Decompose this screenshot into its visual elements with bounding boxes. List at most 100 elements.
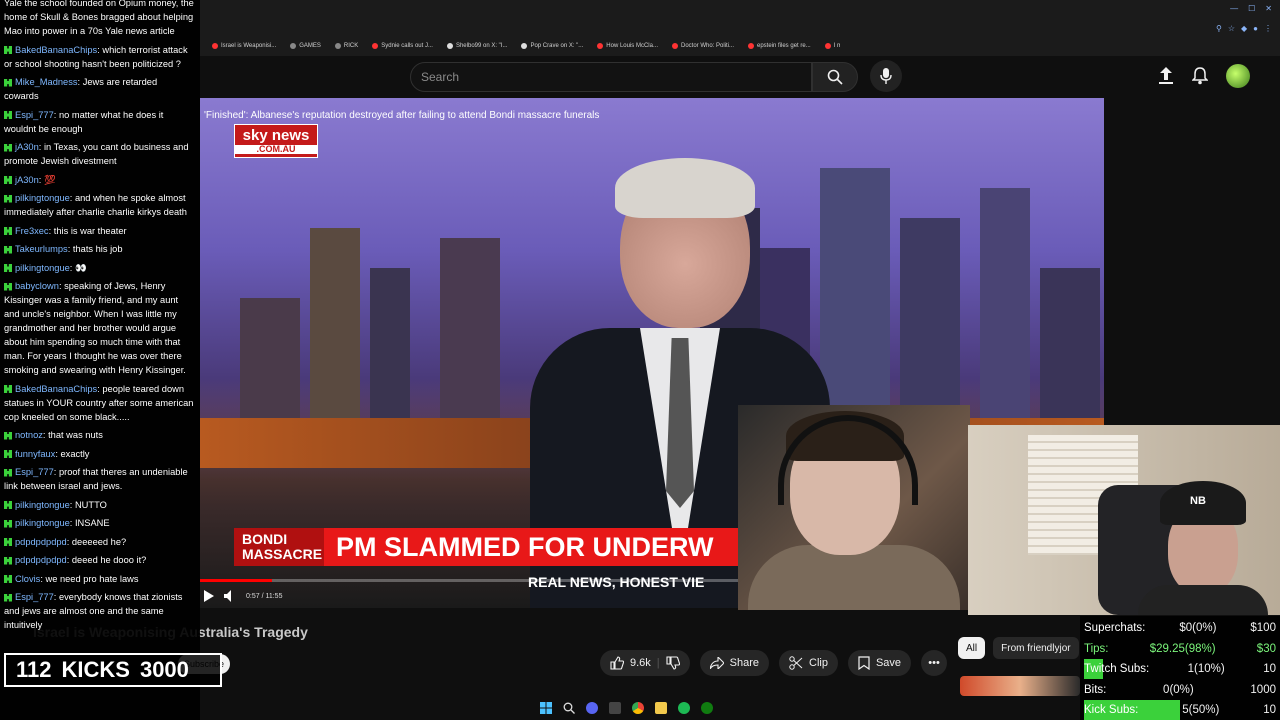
chat-message: pilkingtongue: NUTTO (4, 498, 194, 512)
bookmark-item[interactable]: Israel is Weaponisi... (212, 38, 276, 54)
bookmark-item[interactable]: I made a huge mis... (824, 38, 840, 54)
bookmark-item[interactable]: Shelbo99 on X: "I... (446, 38, 507, 54)
discord-icon[interactable] (586, 702, 598, 714)
favicon-icon (748, 43, 754, 49)
chat-message: jA30n: in Texas, you cant do business an… (4, 142, 189, 166)
lower-third-headline: PM SLAMMED FOR UNDERW (336, 531, 714, 562)
zoom-icon[interactable]: ⚲ (1216, 24, 1222, 33)
logo-text-top: sky news (242, 127, 310, 144)
volume-icon[interactable] (224, 590, 236, 602)
maximize-icon[interactable]: ☐ (1248, 4, 1255, 13)
chat-text: Yale the school founded on Opium money, … (4, 0, 194, 36)
play-icon[interactable] (204, 590, 214, 602)
more-actions-button[interactable]: ••• (921, 650, 948, 676)
chat-message: BakedBananaChips: which terrorist attack… (4, 44, 188, 69)
bookmark-item[interactable]: epstein files get re... (748, 38, 811, 54)
chat-username[interactable]: BakedBananaChips (15, 45, 97, 55)
goal-row: Bits: 0(0%) 1000 (1084, 680, 1276, 700)
extension-icon[interactable]: ◆ (1241, 24, 1247, 33)
bookmark-item[interactable]: Sydnie calls out J... (372, 38, 433, 54)
kick-badge-icon (4, 450, 12, 459)
chat-username[interactable]: jA30n (15, 175, 39, 185)
spotify-icon[interactable] (678, 702, 690, 714)
chat-username[interactable]: pilkingtongue (15, 518, 70, 528)
chat-message: jA30n: 💯 (4, 173, 194, 187)
favicon-icon (372, 43, 379, 49)
kick-badge-icon (4, 468, 12, 477)
goal-label: Twitch Subs: (1084, 663, 1150, 675)
clip-button[interactable]: Clip (779, 650, 838, 676)
chat-message: Clovis: we need pro hate laws (4, 572, 194, 586)
cam2-body (1138, 585, 1268, 615)
kick-badge-icon (4, 538, 12, 547)
presenter-hair (615, 158, 755, 218)
like-button[interactable]: 9.6k | (600, 650, 690, 676)
bookmark-label: I made a huge mis... (833, 43, 840, 49)
chat-username[interactable]: pdpdpdpdpd (15, 555, 67, 565)
kick-badge-icon (4, 176, 12, 185)
bookmark-item[interactable]: Doctor Who: Politi... (671, 38, 734, 54)
goal-amount: $29.25(98%) (1149, 642, 1216, 655)
bg-building (310, 228, 360, 418)
windows-start-icon[interactable] (540, 702, 552, 714)
favicon-icon (597, 43, 604, 49)
lower-third-subline: REAL NEWS, HONEST VIE (528, 574, 705, 590)
chat-username[interactable]: jA30n (15, 142, 39, 152)
bookmark-item[interactable]: GAMES (290, 38, 321, 54)
voice-search-button[interactable] (870, 60, 902, 92)
chat-username[interactable]: pdpdpdpdpd (15, 537, 67, 547)
chat-username[interactable]: pilkingtongue (15, 193, 70, 203)
chat-username[interactable]: Fre3xec (15, 226, 49, 236)
chat-username[interactable]: Espi_777 (15, 467, 54, 477)
search-icon[interactable] (563, 702, 575, 714)
chat-username[interactable]: pilkingtongue (15, 263, 70, 273)
bookmark-label: epstein files get re... (757, 43, 811, 49)
chat-username[interactable]: funnyfaux (15, 449, 55, 459)
chip-all[interactable]: All (958, 637, 986, 659)
upload-icon[interactable] (1158, 67, 1174, 85)
bookmark-item[interactable]: Pop Crave on X: "... (521, 38, 583, 54)
app-icon[interactable] (609, 702, 621, 714)
xbox-icon[interactable] (701, 702, 713, 714)
minimize-icon[interactable]: — (1230, 4, 1238, 13)
menu-icon[interactable]: ⋮ (1264, 24, 1272, 33)
lower-third-tag: BONDI MASSACRE (234, 528, 324, 566)
chrome-icon[interactable] (632, 702, 644, 714)
search-button[interactable] (812, 62, 858, 92)
related-video-thumbnail[interactable] (960, 676, 1080, 696)
browser-toolbar: — ☐ ✕ ⚲ ☆ ◆ ● ⋮ Israel is Weaponisi... GA… (200, 0, 1280, 56)
chat-message: Espi_777: everybody knows that zionists … (4, 592, 183, 630)
chat-username[interactable]: Clovis (15, 574, 40, 584)
search-input[interactable]: Search (410, 62, 812, 92)
chat-username[interactable]: Espi_777 (15, 592, 54, 602)
profile-icon[interactable]: ● (1253, 24, 1258, 33)
folder-icon[interactable] (655, 702, 667, 714)
share-button[interactable]: Share (699, 650, 770, 676)
kick-badge-icon (4, 519, 12, 528)
chat-text: this is war theater (53, 225, 127, 236)
chat-username[interactable]: Mike_Madness (15, 77, 78, 87)
save-button[interactable]: Save (847, 650, 912, 676)
goal-amount: $0(0%) (1179, 622, 1217, 634)
chat-username[interactable]: babyclown (15, 281, 59, 291)
chat-username[interactable]: pilkingtongue (15, 500, 70, 510)
bookmark-item[interactable]: How Louis McCla... (597, 38, 658, 54)
account-avatar[interactable] (1226, 64, 1250, 88)
kick-badge-icon (4, 431, 12, 440)
chip-from-channel[interactable]: From friendlyjor (993, 637, 1079, 659)
bookmark-item[interactable]: RICK (334, 38, 358, 54)
notifications-bell-icon[interactable] (1192, 67, 1208, 85)
chat-username[interactable]: notnoz (15, 430, 43, 440)
chat-username[interactable]: BakedBananaChips (15, 384, 97, 394)
close-icon[interactable]: ✕ (1265, 4, 1272, 13)
kick-badge-icon (4, 575, 12, 584)
windows-taskbar (540, 698, 713, 718)
kick-badge-icon (4, 227, 12, 236)
star-icon[interactable]: ☆ (1228, 24, 1235, 33)
bg-building (820, 168, 890, 418)
chat-username[interactable]: Espi_777 (15, 110, 54, 120)
thumbs-down-icon[interactable] (666, 656, 680, 670)
cap-logo: NB (1190, 495, 1206, 507)
chat-message: Fre3xec: this is war theater (4, 224, 194, 238)
chat-username[interactable]: Takeurlumps (15, 244, 68, 254)
